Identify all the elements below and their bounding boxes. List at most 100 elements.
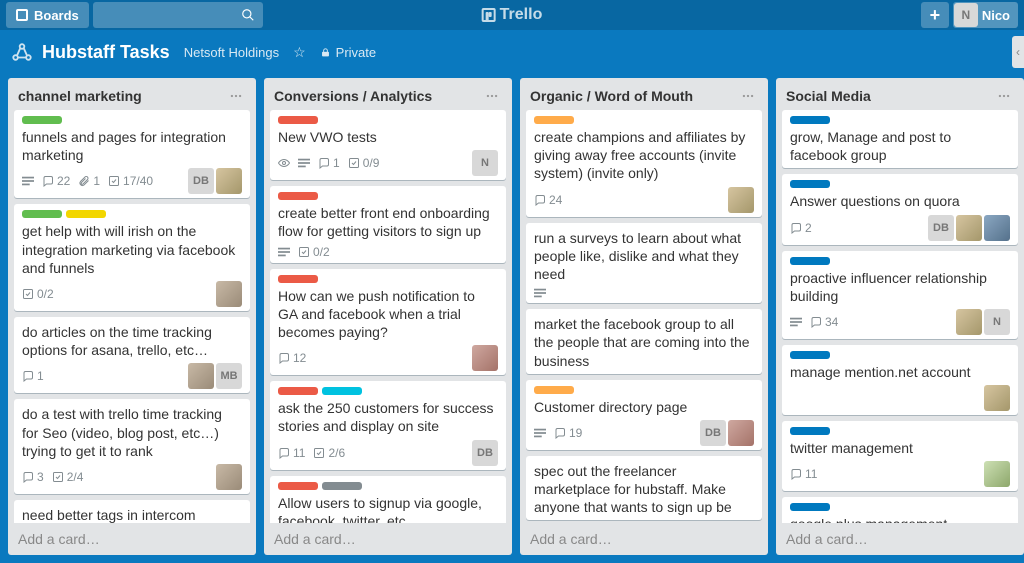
label-red[interactable] bbox=[278, 387, 318, 395]
label-green[interactable] bbox=[22, 210, 62, 218]
boards-button[interactable]: Boards bbox=[6, 2, 89, 28]
search-input[interactable] bbox=[93, 2, 263, 28]
list-header[interactable]: channel marketing bbox=[8, 78, 256, 110]
card[interactable]: create better front end onboarding flow … bbox=[270, 186, 506, 262]
label-blue[interactable] bbox=[790, 180, 830, 188]
card[interactable]: twitter management11 bbox=[782, 421, 1018, 491]
boards-icon bbox=[16, 9, 28, 21]
member-avatar[interactable] bbox=[984, 215, 1010, 241]
card-badges: 0/2 bbox=[278, 245, 498, 259]
list-menu-button[interactable] bbox=[738, 86, 758, 106]
member-avatar[interactable] bbox=[472, 345, 498, 371]
list-header[interactable]: Social Media bbox=[776, 78, 1024, 110]
list-cards[interactable]: funnels and pages for integration market… bbox=[8, 110, 256, 523]
label-sky[interactable] bbox=[322, 387, 362, 395]
card[interactable]: do a test with trello time tracking for … bbox=[14, 399, 250, 494]
label-blue[interactable] bbox=[790, 427, 830, 435]
show-menu-tab[interactable]: ‹ bbox=[1012, 36, 1024, 68]
member-avatar[interactable] bbox=[216, 281, 242, 307]
member-chip[interactable]: MB bbox=[216, 363, 242, 389]
card-members bbox=[216, 464, 242, 490]
card[interactable]: Answer questions on quora2DB bbox=[782, 174, 1018, 244]
label-yellow[interactable] bbox=[66, 210, 106, 218]
card[interactable]: spec out the freelancer marketplace for … bbox=[526, 456, 762, 521]
label-red[interactable] bbox=[278, 275, 318, 283]
create-button[interactable]: + bbox=[921, 2, 949, 28]
add-card-button[interactable]: Add a card… bbox=[264, 523, 512, 555]
board-header: Hubstaff Tasks Netsoft Holdings ☆ Privat… bbox=[0, 30, 1024, 74]
card-title: funnels and pages for integration market… bbox=[22, 128, 242, 164]
member-chip[interactable]: DB bbox=[188, 168, 214, 194]
label-blue[interactable] bbox=[790, 116, 830, 124]
comments-badge: 19 bbox=[554, 426, 582, 440]
card-badges: 19 DB bbox=[534, 420, 754, 446]
list-cards[interactable]: grow, Manage and post to facebook group A… bbox=[776, 110, 1024, 523]
card[interactable]: google plus management6 bbox=[782, 497, 1018, 523]
logo-text: Trello bbox=[500, 6, 543, 24]
member-avatar[interactable] bbox=[216, 168, 242, 194]
card[interactable]: need better tags in intercom bbox=[14, 500, 250, 523]
card[interactable]: New VWO tests10/9N bbox=[270, 110, 506, 180]
label-blue[interactable] bbox=[790, 503, 830, 511]
card[interactable]: grow, Manage and post to facebook group bbox=[782, 110, 1018, 168]
card[interactable]: proactive influencer relationship buildi… bbox=[782, 251, 1018, 339]
visibility-button[interactable]: Private bbox=[320, 45, 376, 60]
member-chip[interactable]: N bbox=[472, 150, 498, 176]
list-cards[interactable]: create champions and affiliates by givin… bbox=[520, 110, 768, 523]
label-blue[interactable] bbox=[790, 351, 830, 359]
list-cards[interactable]: New VWO tests10/9Ncreate better front en… bbox=[264, 110, 512, 523]
label-grey[interactable] bbox=[322, 482, 362, 490]
label-red[interactable] bbox=[278, 482, 318, 490]
member-chip[interactable]: N bbox=[984, 309, 1010, 335]
card-labels bbox=[790, 257, 1010, 265]
label-green[interactable] bbox=[22, 116, 62, 124]
app-logo[interactable]: Trello bbox=[482, 6, 543, 24]
card[interactable]: funnels and pages for integration market… bbox=[14, 110, 250, 198]
card[interactable]: Customer directory page19DB bbox=[526, 380, 762, 450]
member-avatar[interactable] bbox=[216, 464, 242, 490]
member-avatar[interactable] bbox=[984, 385, 1010, 411]
star-button[interactable]: ☆ bbox=[293, 44, 306, 61]
label-orange[interactable] bbox=[534, 386, 574, 394]
card[interactable]: manage mention.net account bbox=[782, 345, 1018, 415]
member-avatar[interactable] bbox=[728, 187, 754, 213]
list-menu-button[interactable] bbox=[482, 86, 502, 106]
board-title[interactable]: Hubstaff Tasks bbox=[42, 42, 170, 63]
board-org[interactable]: Netsoft Holdings bbox=[184, 45, 279, 60]
label-orange[interactable] bbox=[534, 116, 574, 124]
user-menu[interactable]: N Nico bbox=[953, 2, 1018, 28]
member-chip[interactable]: DB bbox=[928, 215, 954, 241]
card[interactable]: run a surveys to learn about what people… bbox=[526, 223, 762, 304]
member-chip[interactable]: DB bbox=[700, 420, 726, 446]
add-card-button[interactable]: Add a card… bbox=[776, 523, 1024, 555]
member-avatar[interactable] bbox=[984, 461, 1010, 487]
list-header[interactable]: Organic / Word of Mouth bbox=[520, 78, 768, 110]
card[interactable]: market the facebook group to all the peo… bbox=[526, 309, 762, 374]
member-avatar[interactable] bbox=[728, 420, 754, 446]
label-blue[interactable] bbox=[790, 257, 830, 265]
list-header[interactable]: Conversions / Analytics bbox=[264, 78, 512, 110]
list-menu-button[interactable] bbox=[994, 86, 1014, 106]
member-avatar[interactable] bbox=[188, 363, 214, 389]
card[interactable]: ask the 250 customers for success storie… bbox=[270, 381, 506, 469]
add-card-button[interactable]: Add a card… bbox=[520, 523, 768, 555]
add-card-button[interactable]: Add a card… bbox=[8, 523, 256, 555]
member-chip[interactable]: DB bbox=[472, 440, 498, 466]
list-menu-button[interactable] bbox=[226, 86, 246, 106]
label-red[interactable] bbox=[278, 192, 318, 200]
card[interactable]: do articles on the time tracking options… bbox=[14, 317, 250, 393]
checklist-badge: 2/4 bbox=[52, 470, 84, 484]
card[interactable]: How can we push notification to GA and f… bbox=[270, 269, 506, 376]
card-badges: 1MB bbox=[22, 363, 242, 389]
member-avatar[interactable] bbox=[956, 309, 982, 335]
card-title: proactive influencer relationship buildi… bbox=[790, 269, 1010, 305]
label-red[interactable] bbox=[278, 116, 318, 124]
member-avatar[interactable] bbox=[956, 215, 982, 241]
comments-badge: 34 bbox=[810, 315, 838, 329]
card[interactable]: create champions and affiliates by givin… bbox=[526, 110, 762, 217]
checklist-badge: 0/2 bbox=[298, 245, 330, 259]
card[interactable]: Allow users to signup via google, facebo… bbox=[270, 476, 506, 524]
card-title: Answer questions on quora bbox=[790, 192, 1010, 210]
card[interactable]: get help with will irish on the integrat… bbox=[14, 204, 250, 311]
board-canvas[interactable]: channel marketing funnels and pages for i… bbox=[0, 74, 1024, 563]
